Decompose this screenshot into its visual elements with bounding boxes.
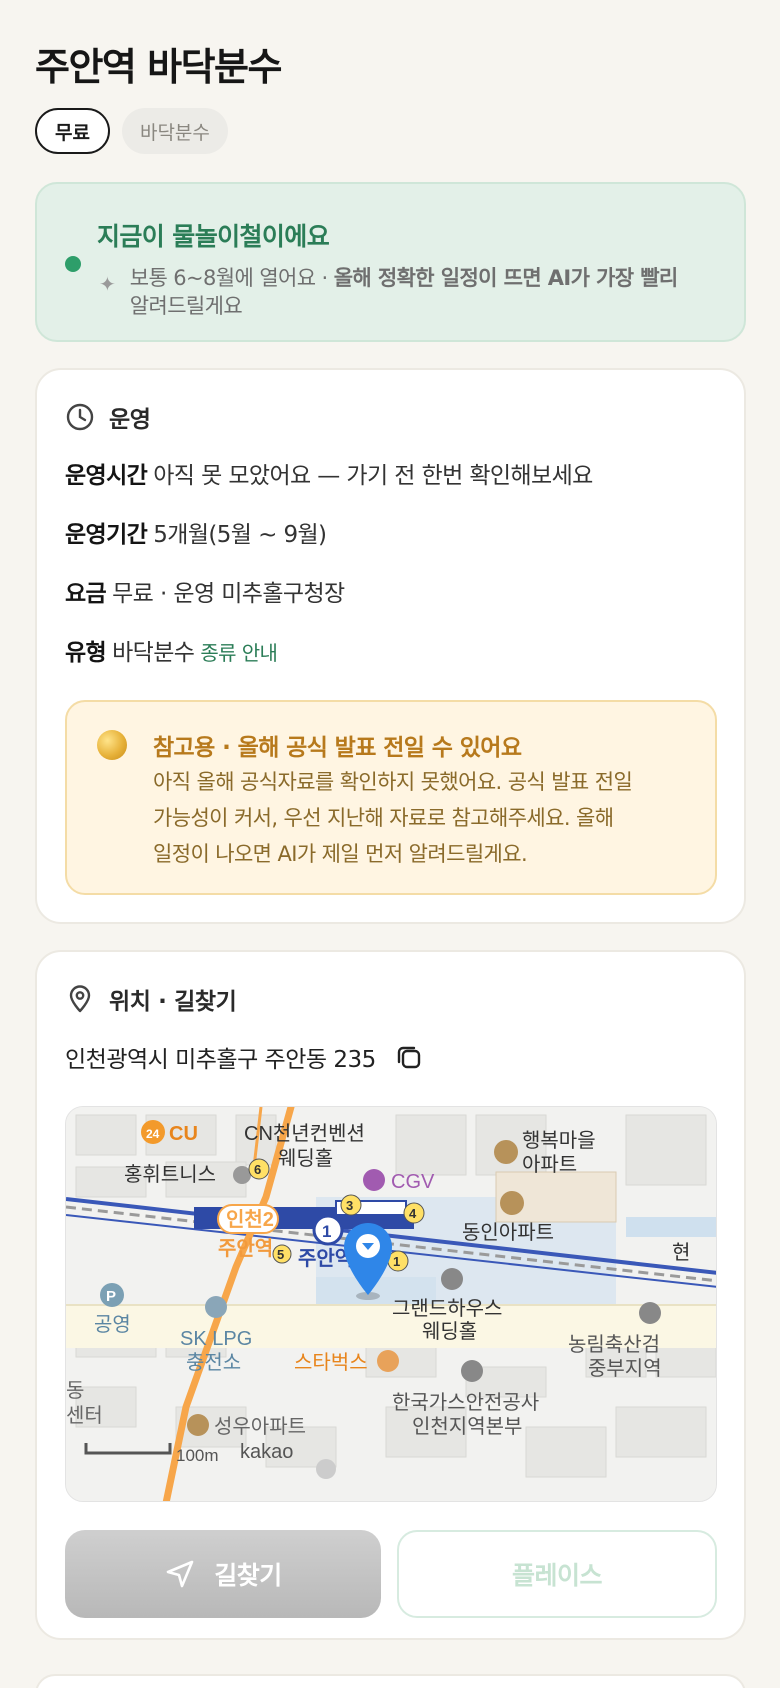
season-status-banner: 지금이 물놀이철이에요 ✦ 보통 6~8월에 열어요 · 올해 정확한 일정이 …: [35, 182, 746, 342]
map-label-gas-2: 인천지역본부: [412, 1415, 522, 1438]
map-exit-5: 5: [277, 1247, 284, 1262]
map-parking: P: [106, 1288, 116, 1305]
sparkle-icon: ✦: [99, 272, 116, 296]
location-header-label: 위치 · 길찾기: [109, 989, 237, 1015]
status-sub-plain: 보통 6~8월에 열어요 ·: [129, 266, 334, 290]
map-label-center: 센터: [66, 1404, 103, 1427]
operation-card: 운영 운영시간 아직 못 모았어요 — 가기 전 한번 확인해보세요 운영기간 5개…: [35, 368, 746, 924]
location-card: 위치 · 길찾기 인천광역시 미추홀구 주안동 235 24 CU CN천년컨벤…: [35, 950, 746, 1640]
fee-row: 요금 무료 · 운영 미추홀구청장: [65, 574, 345, 608]
copy-icon[interactable]: [394, 1042, 424, 1072]
map-pin-icon: [65, 984, 95, 1014]
period-value: 5개월(5월 ~ 9월): [153, 522, 327, 548]
address-text: 인천광역시 미추홀구 주안동 235: [65, 1047, 376, 1073]
navigate-button-label: 길찾기: [214, 1561, 282, 1590]
place-button-label: 플레이스: [511, 1561, 603, 1590]
notice-title: 참고용 · 올해 공식 발표 전일 수 있어요: [153, 735, 522, 761]
operation-header: 운영: [65, 400, 151, 434]
map-label-grand-2: 웨딩홀: [422, 1320, 477, 1343]
next-card-edge: [35, 1674, 746, 1688]
status-title: 지금이 물놀이철이에요: [97, 222, 330, 251]
hours-row: 운영시간 아직 못 모았어요 — 가기 전 한번 확인해보세요: [65, 456, 593, 490]
page-title: 주안역 바닥분수: [35, 45, 282, 89]
operation-header-label: 운영: [109, 407, 151, 433]
map-label-juan-orange: 주안역: [218, 1237, 273, 1260]
fee-value: 무료 · 운영 미추홀구청장: [112, 581, 345, 607]
type-chip[interactable]: 바닥분수: [121, 108, 228, 154]
map-label-happy-apt-2: 아파트: [522, 1153, 577, 1176]
map-exit-4: 4: [409, 1206, 417, 1221]
map-label-gongyeong: 공영: [94, 1313, 131, 1336]
navigate-button[interactable]: 길찾기: [65, 1530, 381, 1618]
map-label-sk-lpg-2: 충전소: [186, 1351, 241, 1374]
map-label-hyeon: 현: [672, 1241, 690, 1264]
svg-text:24: 24: [146, 1127, 160, 1141]
map-kakao-logo: kakao: [240, 1441, 293, 1463]
place-button[interactable]: 플레이스: [397, 1530, 717, 1618]
navigation-arrow-icon: [164, 1558, 196, 1590]
map-label-grand: 그랜드하우스: [392, 1297, 502, 1320]
hours-value: 아직 못 모았어요 — 가기 전 한번 확인해보세요: [153, 463, 593, 489]
map-line-1: 1: [322, 1222, 331, 1241]
notice-line: 일정이 나오면 AI가 제일 먼저 알려드릴게요.: [153, 842, 528, 866]
map-exit-3: 3: [346, 1198, 353, 1213]
map-label-cgv: CGV: [391, 1171, 435, 1193]
map-label-cu: CU: [169, 1123, 198, 1145]
type-value: 바닥분수: [112, 640, 195, 666]
map-label-nonglim-2: 중부지역: [588, 1357, 662, 1380]
map-exit-6: 6: [254, 1162, 261, 1177]
type-row: 유형 바닥분수 종류 안내: [65, 633, 278, 667]
map-label-dong: 동: [66, 1380, 84, 1402]
map-label-happy-apt: 행복마을: [522, 1129, 596, 1152]
status-sub-bold: 올해 정확한 일정이 뜨면 AI가 가장 빨리: [333, 266, 679, 290]
action-buttons: 길찾기 플레이스: [65, 1530, 717, 1618]
notice-body: 아직 올해 공식자료를 확인하지 못했어요. 공식 발표 전일 가능성이 커서,…: [153, 764, 683, 872]
status-dot-icon: [65, 256, 81, 272]
location-map[interactable]: 24 CU CN천년컨벤션 웨딩홀 홍휘트니스 6 CGV 행복마을 아파트 동…: [65, 1106, 717, 1502]
period-row: 운영기간 5개월(5월 ~ 9월): [65, 515, 327, 549]
map-label-convention-2: 웨딩홀: [278, 1147, 333, 1170]
map-label-dongin-apt: 동인아파트: [462, 1221, 554, 1244]
coin-icon: [97, 730, 127, 760]
map-label-seongwoo: 성우아파트: [214, 1415, 306, 1438]
map-label-gas: 한국가스안전공사: [392, 1391, 539, 1414]
price-chip[interactable]: 무료: [35, 108, 110, 154]
map-label-starbucks: 스타벅스: [294, 1351, 368, 1374]
period-label: 운영기간: [65, 522, 148, 548]
hours-label: 운영시간: [65, 463, 148, 489]
address-row: 인천광역시 미추홀구 주안동 235: [65, 1040, 424, 1074]
map-label-incheon2: 인천2: [226, 1208, 274, 1231]
reference-notice: 참고용 · 올해 공식 발표 전일 수 있어요 아직 올해 공식자료를 확인하지…: [65, 700, 717, 895]
map-label-fitness: 홍휘트니스: [124, 1163, 216, 1186]
tag-chips: 무료 바닥분수: [35, 108, 228, 154]
map-label-convention: CN천년컨벤션: [244, 1122, 365, 1145]
type-label: 유형: [65, 640, 107, 666]
map-label-nonglim: 농림축산검: [568, 1333, 660, 1356]
map-label-sk-lpg: SK LPG: [180, 1328, 252, 1350]
map-exit-1: 1: [393, 1254, 400, 1269]
map-scale-label: 100m: [176, 1446, 219, 1465]
notice-line: 아직 올해 공식자료를 확인하지 못했어요. 공식 발표 전일: [153, 770, 633, 794]
clock-icon: [65, 402, 95, 432]
status-sub-line2: 알려드릴게요: [129, 294, 243, 318]
fee-label: 요금: [65, 581, 107, 607]
status-subtext: ✦ 보통 6~8월에 열어요 · 올해 정확한 일정이 뜨면 AI가 가장 빨리…: [99, 264, 719, 320]
location-header: 위치 · 길찾기: [65, 982, 237, 1016]
notice-line: 가능성이 커서, 우선 지난해 자료로 참고해주세요. 올해: [153, 806, 614, 830]
type-guide-link[interactable]: 종류 안내: [200, 641, 278, 665]
